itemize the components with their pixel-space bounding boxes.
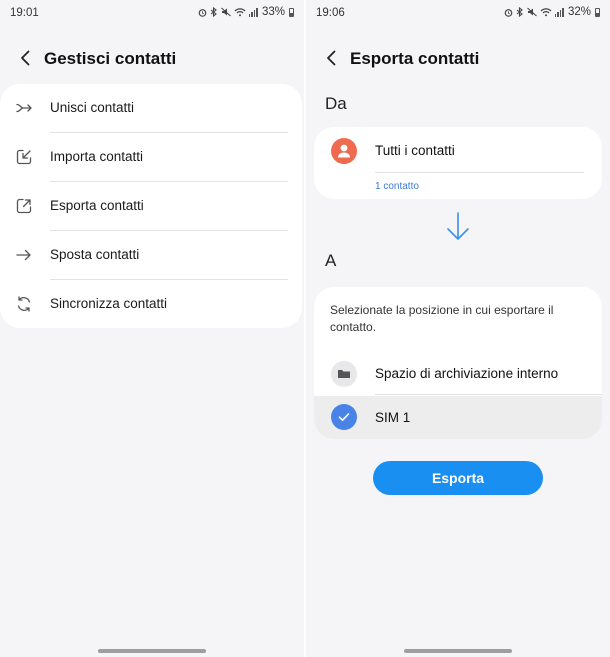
to-heading: A bbox=[325, 251, 337, 270]
export-icon bbox=[16, 198, 32, 214]
person-icon bbox=[338, 144, 350, 158]
menu-item-move[interactable]: Sposta contatti bbox=[0, 231, 302, 280]
page-title: Esporta contatti bbox=[350, 49, 480, 68]
mute-icon bbox=[527, 7, 537, 17]
home-indicator[interactable] bbox=[98, 649, 206, 653]
export-contacts-screen: 19:06 32% Esporta contatti Da Tutti i co… bbox=[306, 0, 610, 657]
option-sim-1[interactable]: SIM 1 bbox=[314, 396, 602, 439]
menu-item-label: Sposta contatti bbox=[50, 247, 140, 262]
arrow-right-icon bbox=[16, 249, 31, 261]
alarm-icon bbox=[504, 8, 513, 17]
export-button[interactable]: Esporta bbox=[373, 461, 543, 495]
signal-icon bbox=[554, 7, 564, 17]
merge-icon bbox=[16, 103, 32, 113]
menu-item-import[interactable]: Importa contatti bbox=[0, 133, 302, 182]
menu-item-label: Unisci contatti bbox=[50, 100, 135, 115]
battery-percent: 32% bbox=[567, 6, 591, 18]
option-label: SIM 1 bbox=[375, 410, 411, 425]
battery-icon bbox=[289, 7, 294, 17]
status-icons: 33% bbox=[198, 6, 294, 18]
sync-icon bbox=[17, 296, 31, 312]
back-arrow-icon[interactable] bbox=[322, 48, 342, 68]
menu-item-sync[interactable]: Sincronizza contatti bbox=[0, 280, 302, 329]
manage-menu-card: Unisci contatti Importa contatti Esporta… bbox=[0, 84, 302, 328]
app-header: Gestisci contatti bbox=[0, 40, 304, 76]
menu-item-merge[interactable]: Unisci contatti bbox=[0, 84, 302, 133]
menu-item-label: Sincronizza contatti bbox=[50, 296, 168, 311]
home-indicator[interactable] bbox=[404, 649, 512, 653]
source-card[interactable]: Tutti i contatti 1 contatto bbox=[314, 127, 602, 199]
contacts-avatar bbox=[331, 138, 357, 164]
divider bbox=[375, 172, 584, 173]
check-icon bbox=[338, 413, 350, 421]
wifi-icon bbox=[234, 8, 246, 17]
wifi-icon bbox=[540, 8, 552, 17]
bluetooth-icon bbox=[516, 7, 523, 17]
check-icon-wrap bbox=[331, 404, 357, 430]
status-icons: 32% bbox=[504, 6, 600, 18]
status-time: 19:01 bbox=[10, 7, 39, 19]
destination-description: Selezionate la posizione in cui esportar… bbox=[330, 303, 554, 334]
divider bbox=[375, 394, 602, 395]
alarm-icon bbox=[198, 8, 207, 17]
status-bar: 19:06 32% bbox=[306, 0, 610, 26]
mute-icon bbox=[221, 7, 231, 17]
status-bar: 19:01 33% bbox=[0, 0, 304, 26]
folder-icon bbox=[338, 370, 350, 378]
page-title: Gestisci contatti bbox=[44, 49, 177, 68]
source-label: Tutti i contatti bbox=[375, 143, 455, 158]
app-header: Esporta contatti bbox=[306, 40, 610, 76]
contact-count: 1 contatto bbox=[375, 181, 419, 192]
manage-contacts-screen: 19:01 33% Gestisci contatti Unisci conta… bbox=[0, 0, 304, 657]
menu-item-export[interactable]: Esporta contatti bbox=[0, 182, 302, 231]
battery-percent: 33% bbox=[261, 6, 285, 18]
back-arrow-icon[interactable] bbox=[16, 48, 36, 68]
battery-icon bbox=[595, 7, 600, 17]
folder-icon-wrap bbox=[331, 361, 357, 387]
from-heading: Da bbox=[325, 94, 347, 113]
option-internal-storage[interactable]: Spazio di archiviazione interno bbox=[314, 353, 602, 395]
destination-card: Selezionate la posizione in cui esportar… bbox=[314, 287, 602, 439]
signal-icon bbox=[248, 7, 258, 17]
status-time: 19:06 bbox=[316, 7, 345, 19]
menu-item-label: Esporta contatti bbox=[50, 198, 144, 213]
option-label: Spazio di archiviazione interno bbox=[375, 366, 559, 381]
bluetooth-icon bbox=[210, 7, 217, 17]
arrow-down-icon bbox=[447, 212, 469, 240]
import-icon bbox=[16, 149, 32, 165]
menu-item-label: Importa contatti bbox=[50, 149, 144, 164]
